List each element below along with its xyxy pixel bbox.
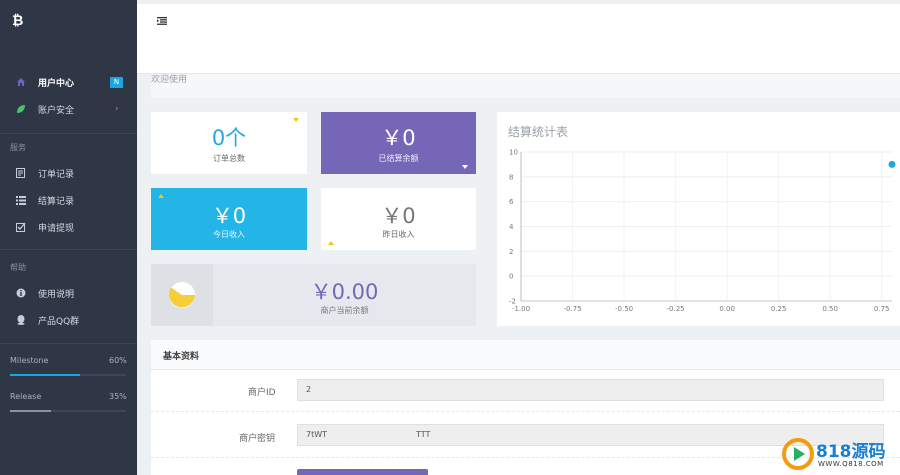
sidebar: ₿ 用户中心 N 账户安全 › 服务 订单记录 结算记录 申请提现 帮助 使用说… [0, 0, 137, 475]
y-tick-label: 2 [509, 248, 513, 256]
y-tick-label: 4 [509, 223, 514, 231]
stat-value: ￥0 [381, 126, 416, 150]
sidebar-item-account-security[interactable]: 账户安全 › [0, 98, 137, 120]
section-label-help: 帮助 [10, 263, 26, 272]
x-tick-label: 0.25 [771, 305, 787, 313]
stat-label: 今日收入 [213, 230, 245, 239]
panel-title: 基本资料 [163, 352, 200, 362]
progress-fill [10, 374, 80, 376]
x-tick-label: 0.50 [822, 305, 838, 313]
merchant-key-label: 商户密钥 [239, 434, 276, 444]
watermark-logo: 818源码 WWW.Q818.COM [782, 434, 900, 475]
stat-label: 昨日收入 [382, 230, 415, 239]
triangle-icon [158, 194, 164, 198]
stat-value: ￥0 [381, 204, 416, 228]
progress-label-milestone: Milestone [10, 356, 49, 365]
stat-card-today: ￥0 今日收入 [151, 188, 307, 250]
x-tick-label: -0.25 [667, 305, 685, 313]
menu-icon[interactable] [157, 17, 167, 28]
checkbox-icon [15, 222, 26, 233]
sidebar-divider [0, 133, 137, 134]
qq-icon [15, 314, 26, 326]
row-separator [151, 411, 900, 412]
progress-fill [10, 410, 51, 412]
y-tick-label: 8 [509, 173, 513, 181]
progress-value-release: 35% [109, 392, 127, 401]
balance-icon-box [151, 264, 213, 326]
document-icon [15, 168, 26, 179]
new-badge: N [110, 76, 123, 88]
sidebar-item-orders[interactable]: 订单记录 [0, 162, 137, 184]
progress-bar-release [10, 410, 126, 412]
x-tick-label: 0.75 [874, 305, 890, 313]
sidebar-item-label: 账户安全 [38, 105, 75, 116]
section-label-service: 服务 [10, 143, 26, 152]
sidebar-item-settlements[interactable]: 结算记录 [0, 189, 137, 211]
stat-label: 商户当前余额 [320, 306, 369, 315]
sidebar-item-qq-group[interactable]: 产品QQ群 [0, 309, 137, 331]
merchant-id-label: 商户ID [248, 388, 276, 398]
chart-svg: 1086420-2-1.00 -0.75 -0.50 -0.25 0.00 0.25 0.5… [509, 149, 896, 313]
watermark-brand: 818源码 [816, 442, 886, 462]
breadcrumb-text: 欢迎使用 [151, 75, 188, 85]
x-tick-label: -0.75 [563, 305, 581, 313]
triangle-icon [462, 165, 468, 169]
sidebar-item-label: 产品QQ群 [38, 316, 80, 327]
y-tick-label: 10 [509, 149, 518, 157]
pie-icon [169, 282, 195, 308]
panel-header: 基本资料 [151, 340, 900, 370]
stat-card-orders: 0个 订单总数 [151, 112, 307, 174]
sidebar-item-user-center[interactable]: 用户中心 N [0, 71, 137, 93]
stat-value: 0个 [211, 126, 247, 150]
x-tick-label: -0.50 [615, 305, 633, 313]
sidebar-item-label: 用户中心 [38, 78, 75, 89]
home-icon [15, 77, 26, 88]
merchant-id-field[interactable]: 2 [297, 379, 884, 401]
watermark-url: WWW.Q818.COM [818, 460, 884, 468]
y-tick-label: 0 [509, 273, 513, 281]
stat-label: 订单总数 [213, 154, 245, 163]
progress-value-milestone: 60% [109, 356, 127, 365]
x-tick-label: 0.00 [719, 305, 735, 313]
sidebar-divider [0, 343, 137, 344]
list-icon [15, 195, 26, 206]
info-icon [15, 288, 26, 299]
progress-bar-milestone [10, 374, 126, 376]
sidebar-item-label: 使用说明 [38, 289, 75, 300]
sidebar-item-label: 申请提现 [38, 223, 75, 234]
data-point [888, 160, 896, 168]
settlement-chart: 结算统计表 10 8 6 4 2 0 -2 -1.00 -0.75 -0.50 -0.25 0.00 0… [497, 112, 900, 326]
top-header [137, 4, 900, 74]
sidebar-divider [0, 249, 137, 250]
breadcrumb: 欢迎使用 [151, 74, 900, 98]
y-tick-label: 6 [509, 198, 514, 206]
chevron-right-icon: › [115, 104, 119, 114]
leaf-icon [15, 104, 26, 115]
stat-label: 已结算余额 [378, 154, 419, 163]
sidebar-item-label: 结算记录 [38, 196, 75, 207]
sidebar-item-manual[interactable]: 使用说明 [0, 282, 137, 304]
submit-button[interactable] [297, 469, 428, 475]
stat-value: ￥0 [211, 204, 247, 228]
stat-card-yesterday: ￥0 昨日收入 [321, 188, 476, 250]
sidebar-item-withdraw[interactable]: 申请提现 [0, 216, 137, 238]
triangle-icon [328, 241, 334, 245]
x-tick-label: -1.00 [512, 305, 530, 313]
progress-label-release: Release [10, 392, 42, 401]
stat-card-balance: ￥0.00 商户当前余额 [151, 264, 476, 326]
bitcoin-icon[interactable]: ₿ [12, 12, 26, 29]
sidebar-item-label: 订单记录 [38, 169, 75, 180]
stat-card-settled: ￥0 已结算余额 [321, 112, 476, 174]
stat-value: ￥0.00 [310, 280, 379, 304]
